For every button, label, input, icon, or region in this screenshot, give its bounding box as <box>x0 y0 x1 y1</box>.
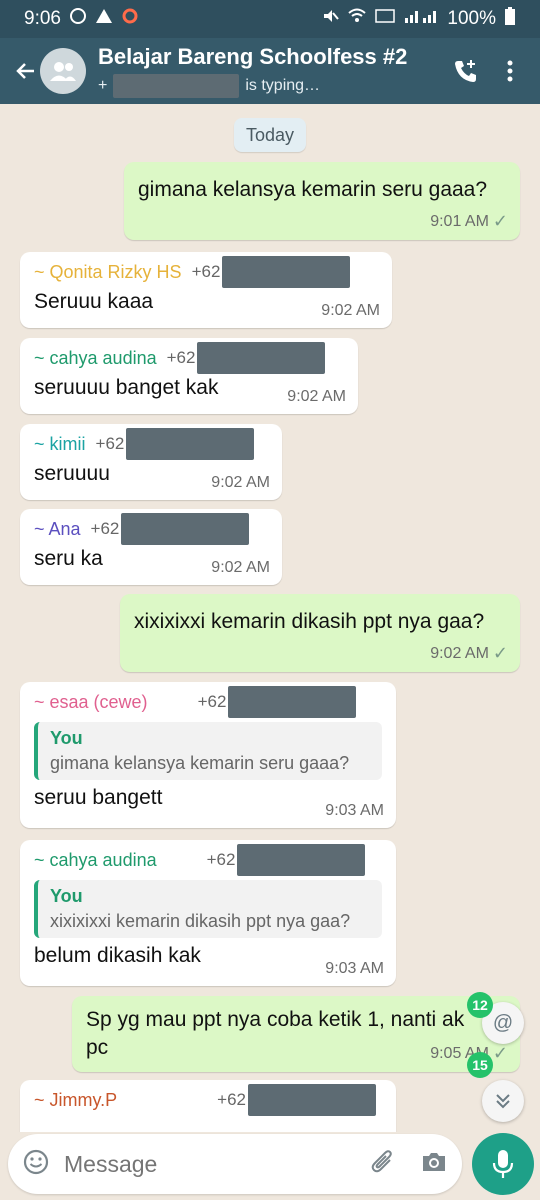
message-time: 9:02 AM <box>211 559 270 576</box>
sent-check-icon: ✓ <box>492 643 508 663</box>
group-icon <box>50 62 76 81</box>
typing-prefix: + <box>98 77 108 94</box>
group-avatar[interactable] <box>40 48 86 94</box>
message-time: 9:03 AM <box>325 802 384 819</box>
unread-count-badge: 15 <box>467 1052 493 1078</box>
quote-text: xixixixxi kemarin dikasih ppt nya gaa? <box>50 911 351 931</box>
date-separator: Today <box>234 118 306 152</box>
attach-icon[interactable] <box>370 1148 396 1181</box>
sender-phone: +62 <box>90 519 120 538</box>
sender-phone: +62 <box>95 434 125 453</box>
add-call-icon[interactable] <box>444 49 488 93</box>
quote-author: You <box>50 886 83 906</box>
incoming-message[interactable]: ~ kimii +62 seruuuu 9:02 AM <box>20 424 282 500</box>
sender-phone: +62 <box>197 692 227 711</box>
sent-check-icon: ✓ <box>492 211 508 231</box>
outgoing-message[interactable]: xixixixxi kemarin dikasih ppt nya gaa? 9… <box>120 594 520 672</box>
sender-name[interactable]: ~ Qonita Rizky HS <box>34 262 182 283</box>
sender-phone: +62 <box>206 850 236 869</box>
incoming-message[interactable]: ~ Jimmy.P +62 <box>20 1080 396 1132</box>
typing-indicator: + is typing… <box>98 74 444 98</box>
sender-phone: +62 <box>166 348 196 367</box>
warning-icon <box>95 7 113 31</box>
outgoing-message[interactable]: Sp yg mau ppt nya coba ketik 1, nanti ak… <box>72 996 520 1072</box>
chat-area[interactable]: Today gimana kelansya kemarin seru gaaa?… <box>0 104 540 1132</box>
microphone-icon <box>492 1150 514 1178</box>
sender-name[interactable]: ~ kimii <box>34 434 86 455</box>
mute-icon <box>321 7 340 31</box>
volte-icon <box>375 7 396 31</box>
redacted-phone <box>121 513 250 545</box>
redacted-phone <box>228 686 357 718</box>
sender-name[interactable]: ~ Jimmy.P <box>34 1090 117 1111</box>
more-options-icon[interactable] <box>488 49 532 93</box>
sender-phone: +62 <box>191 262 221 281</box>
incoming-reply-message[interactable]: ~ cahya audina +62 You xixixixxi kemarin… <box>20 840 396 986</box>
sender-name[interactable]: ~ esaa (cewe) <box>34 692 148 713</box>
signal-icon <box>403 7 439 31</box>
quoted-message[interactable]: You xixixixxi kemarin dikasih ppt nya ga… <box>34 880 382 938</box>
outgoing-message[interactable]: gimana kelansya kemarin seru gaaa? 9:01 … <box>124 162 520 240</box>
message-time: 9:01 AM <box>430 212 489 230</box>
status-time: 9:06 <box>24 8 61 29</box>
sent-check-icon: ✓ <box>492 1043 508 1063</box>
chat-header: Belajar Bareng Schoolfess #2 + is typing… <box>0 38 540 104</box>
message-text-line-1: Sp yg mau ppt nya coba ketik 1, nanti ak <box>86 1008 465 1031</box>
camera-icon[interactable] <box>420 1150 448 1179</box>
typing-status: is typing… <box>245 77 321 94</box>
message-text: xixixixxi kemarin dikasih ppt nya gaa? <box>134 610 485 633</box>
message-input[interactable] <box>64 1150 370 1178</box>
quote-author: You <box>50 728 83 748</box>
record-icon <box>121 7 139 31</box>
sender-name[interactable]: ~ cahya audina <box>34 348 157 369</box>
sender-phone: +62 <box>217 1090 247 1109</box>
redacted-phone <box>237 844 366 876</box>
message-time: 9:02 AM <box>321 302 380 319</box>
incoming-message[interactable]: ~ Ana +62 seru ka 9:02 AM <box>20 509 282 585</box>
battery-icon <box>504 6 516 32</box>
quote-text: gimana kelansya kemarin seru gaaa? <box>50 753 350 773</box>
message-composer <box>8 1134 462 1194</box>
message-time: 9:02 AM <box>211 474 270 491</box>
incoming-message[interactable]: ~ cahya audina +62 seruuuu banget kak 9:… <box>20 338 358 414</box>
incoming-message[interactable]: ~ Qonita Rizky HS +62 Seruuu kaaa 9:02 A… <box>20 252 392 328</box>
message-time: 9:02 AM <box>287 388 346 405</box>
emoji-icon[interactable] <box>22 1148 50 1181</box>
wifi-icon <box>347 7 367 31</box>
incoming-reply-message[interactable]: ~ esaa (cewe) +62 You gimana kelansya ke… <box>20 682 396 828</box>
message-time: 9:03 AM <box>325 960 384 977</box>
double-chevron-down-icon <box>496 1094 510 1109</box>
redacted-phone <box>222 256 351 288</box>
redacted-phone <box>248 1084 377 1116</box>
redacted-phone <box>197 342 326 374</box>
group-title: Belajar Bareng Schoolfess #2 <box>98 44 408 69</box>
message-time: 9:02 AM <box>430 644 489 662</box>
sender-name[interactable]: ~ cahya audina <box>34 850 157 871</box>
redacted-phone <box>113 74 240 98</box>
message-text: gimana kelansya kemarin seru gaaa? <box>138 178 488 201</box>
status-bar: 9:06 100% <box>0 0 540 38</box>
mentions-count-badge: 12 <box>467 992 493 1018</box>
at-icon: @ <box>492 1011 514 1034</box>
voice-message-button[interactable] <box>472 1133 534 1195</box>
whatsapp-icon <box>69 7 87 31</box>
redacted-phone <box>126 428 255 460</box>
scroll-down-button[interactable] <box>482 1080 524 1122</box>
quoted-message[interactable]: You gimana kelansya kemarin seru gaaa? <box>34 722 382 780</box>
sender-name[interactable]: ~ Ana <box>34 519 81 540</box>
header-text[interactable]: Belajar Bareng Schoolfess #2 + is typing… <box>98 44 444 98</box>
battery-level: 100% <box>447 8 496 29</box>
